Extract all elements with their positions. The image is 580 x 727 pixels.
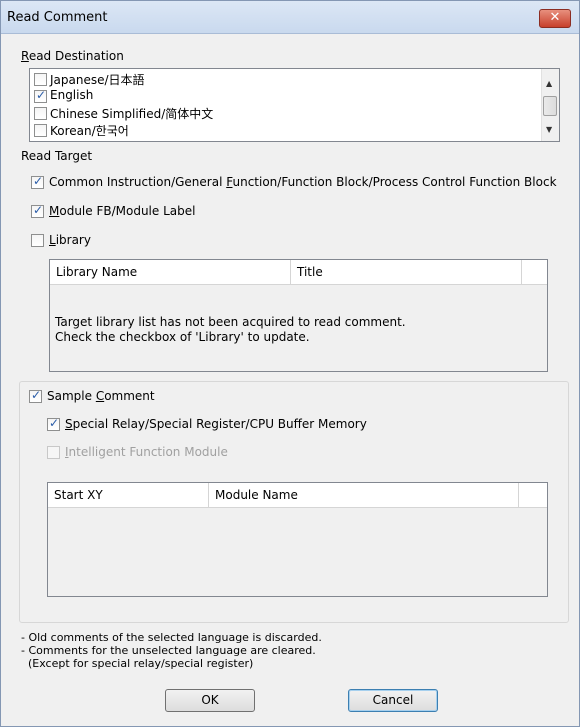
sample-comment-checkbox[interactable] [29, 388, 42, 403]
module-fb-label: Module FB/Module Label [49, 204, 196, 218]
scroll-thumb[interactable] [543, 96, 557, 116]
module-fb-checkbox[interactable] [31, 203, 44, 218]
note-line: - Old comments of the selected language … [21, 631, 322, 644]
ok-button[interactable]: OK [165, 689, 255, 712]
special-relay-checkbox[interactable] [47, 416, 60, 431]
list-item-label: Chinese Simplified/简体中文 [50, 107, 214, 121]
english-checkbox[interactable] [34, 88, 47, 103]
read-destination-list[interactable]: Japanese/日本語 English Chinese Simplified/… [29, 68, 560, 142]
read-target-label: Read Target [21, 149, 93, 163]
list-item-chinese[interactable]: Chinese Simplified/简体中文 [34, 104, 529, 121]
library-checkbox[interactable] [31, 234, 44, 247]
read-destination-label: Read Destination [21, 49, 124, 63]
list-item-english[interactable]: English [34, 87, 529, 104]
common-instruction-checkbox[interactable] [31, 174, 44, 189]
dialog-title: Read Comment [7, 10, 108, 25]
intelligent-module-checkbox [47, 446, 60, 459]
japanese-checkbox[interactable] [34, 73, 47, 86]
list-item-label: Japanese/日本語 [50, 73, 145, 87]
list-item-label: English [50, 88, 94, 102]
cancel-button[interactable]: Cancel [348, 689, 438, 712]
list-item-korean[interactable]: Korean/한국어 [34, 121, 529, 138]
title-bar: Read Comment ✕ [1, 1, 579, 34]
library-table: Library Name Title Target library list h… [49, 259, 548, 372]
module-table: Start XY Module Name [47, 482, 548, 597]
korean-checkbox[interactable] [34, 124, 47, 137]
library-message-line2: Check the checkbox of 'Library' to updat… [55, 330, 310, 344]
scroll-up-icon[interactable]: ▲ [546, 79, 552, 88]
column-start-xy[interactable]: Start XY [48, 483, 209, 507]
library-label: Library [49, 233, 91, 247]
list-item-label: Korean/한국어 [50, 124, 129, 138]
column-module-name[interactable]: Module Name [209, 483, 519, 507]
library-table-header: Library Name Title [50, 260, 547, 285]
column-title[interactable]: Title [291, 260, 522, 284]
scroll-down-icon[interactable]: ▼ [546, 125, 552, 134]
intelligent-module-label: Intelligent Function Module [65, 445, 228, 459]
close-button[interactable]: ✕ [539, 9, 571, 28]
read-comment-dialog: Read Comment ✕ Read Destination Japanese… [0, 0, 580, 727]
library-message-line1: Target library list has not been acquire… [55, 315, 406, 329]
list-scrollbar[interactable]: ▲ ▼ [541, 69, 559, 141]
sample-comment-label: Sample Comment [47, 389, 155, 403]
common-instruction-label: Common Instruction/General Function/Func… [49, 175, 557, 189]
chinese-checkbox[interactable] [34, 107, 47, 120]
notes: - Old comments of the selected language … [21, 631, 322, 670]
list-item-japanese[interactable]: Japanese/日本語 [34, 70, 529, 87]
note-line: - Comments for the unselected language a… [21, 644, 316, 657]
note-line: (Except for special relay/special regist… [21, 657, 254, 670]
special-relay-label: Special Relay/Special Register/CPU Buffe… [65, 417, 367, 431]
column-library-name[interactable]: Library Name [50, 260, 291, 284]
module-table-header: Start XY Module Name [48, 483, 547, 508]
